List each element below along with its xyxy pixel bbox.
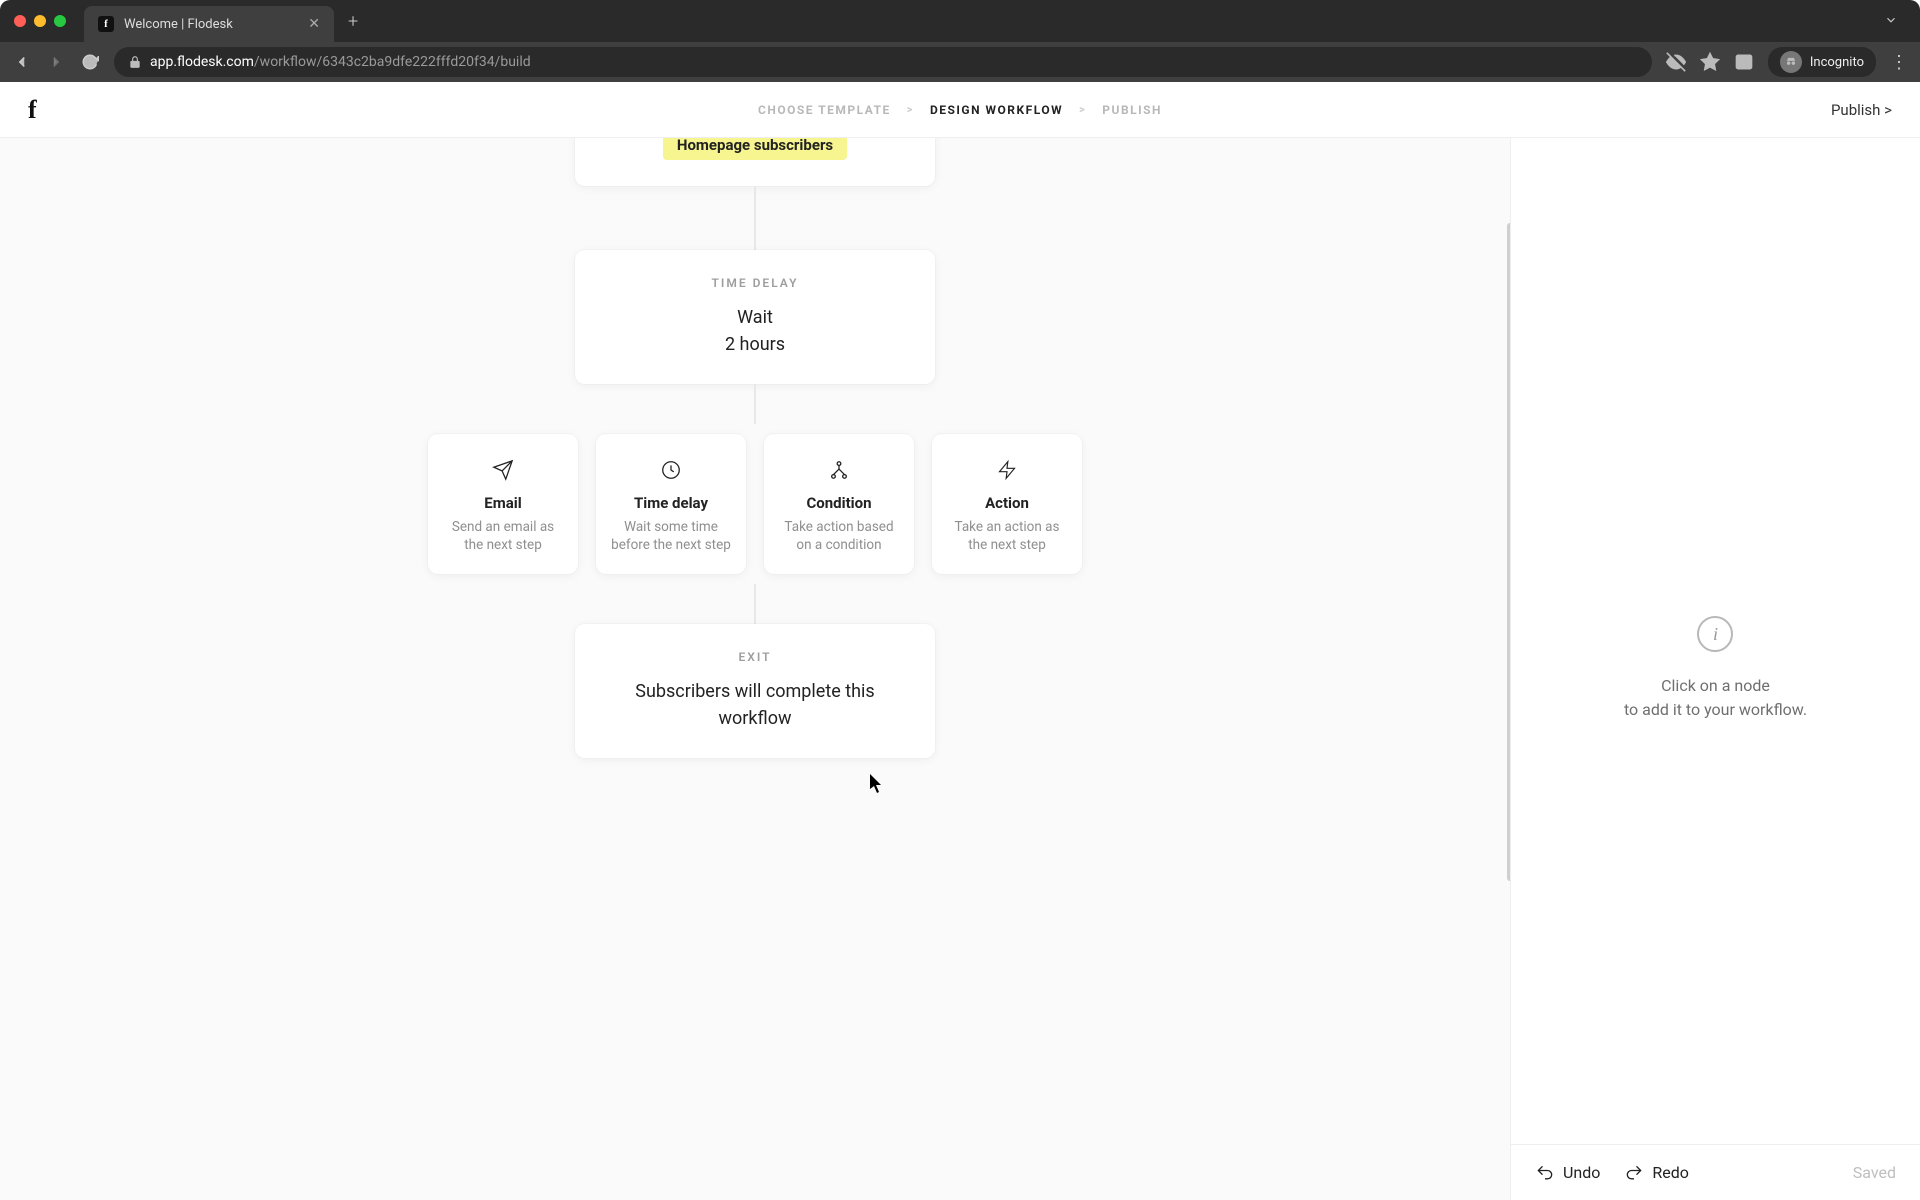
picker-email[interactable]: Email Send an email as the next step bbox=[428, 434, 578, 574]
picker-condition-title: Condition bbox=[778, 494, 900, 512]
connector-line bbox=[754, 384, 756, 424]
node-label: TIME DELAY bbox=[609, 276, 901, 290]
browser-toolbar: app.flodesk.com/workflow/6343c2ba9dfe222… bbox=[0, 42, 1920, 82]
app-body: Homepage subscribers TIME DELAY Wait 2 h… bbox=[0, 138, 1920, 1200]
connector-line bbox=[754, 186, 756, 250]
sidebar-footer: Undo Redo Saved bbox=[1511, 1144, 1920, 1200]
exit-node[interactable]: EXIT Subscribers will complete this work… bbox=[575, 624, 935, 758]
redo-button[interactable]: Redo bbox=[1624, 1163, 1689, 1183]
tabs-overflow-icon[interactable] bbox=[1884, 12, 1898, 31]
app-root: f CHOOSE TEMPLATE > DESIGN WORKFLOW > PU… bbox=[0, 82, 1920, 1200]
tab-title: Welcome | Flodesk bbox=[124, 17, 298, 32]
clock-icon bbox=[610, 456, 732, 484]
publish-button[interactable]: Publish > bbox=[1831, 101, 1892, 119]
picker-timedelay-title: Time delay bbox=[610, 494, 732, 512]
incognito-icon bbox=[1780, 51, 1802, 73]
picker-timedelay-desc: Wait some time before the next step bbox=[610, 518, 732, 554]
saved-status: Saved bbox=[1853, 1163, 1896, 1182]
picker-time-delay[interactable]: Time delay Wait some time before the nex… bbox=[596, 434, 746, 574]
chevron-right-icon: > bbox=[907, 103, 914, 116]
window-traffic-lights bbox=[14, 15, 66, 27]
step-choose-template[interactable]: CHOOSE TEMPLATE bbox=[758, 103, 891, 117]
browser-menu-icon[interactable]: ⋮ bbox=[1890, 52, 1908, 73]
step-design-workflow[interactable]: DESIGN WORKFLOW bbox=[930, 103, 1063, 117]
eye-off-icon[interactable] bbox=[1666, 52, 1686, 72]
tab-favicon: f bbox=[98, 16, 114, 32]
browser-tab-bar: f Welcome | Flodesk ✕ + bbox=[0, 0, 1920, 42]
side-panel-icon[interactable] bbox=[1734, 52, 1754, 72]
undo-button[interactable]: Undo bbox=[1535, 1163, 1600, 1183]
picker-action-desc: Take an action as the next step bbox=[946, 518, 1068, 554]
browser-tab[interactable]: f Welcome | Flodesk ✕ bbox=[84, 6, 334, 42]
time-delay-line1: Wait bbox=[609, 304, 901, 331]
time-delay-node[interactable]: TIME DELAY Wait 2 hours bbox=[575, 250, 935, 384]
nav-back-button[interactable] bbox=[12, 52, 32, 72]
time-delay-line2: 2 hours bbox=[609, 331, 901, 358]
picker-email-title: Email bbox=[442, 494, 564, 512]
lock-icon bbox=[128, 55, 142, 69]
exit-text: Subscribers will complete this workflow bbox=[609, 678, 901, 732]
paper-plane-icon bbox=[442, 456, 564, 484]
segment-pill: Homepage subscribers bbox=[663, 138, 847, 160]
segment-node[interactable]: Homepage subscribers bbox=[575, 138, 935, 186]
info-icon: i bbox=[1697, 616, 1733, 652]
address-bar[interactable]: app.flodesk.com/workflow/6343c2ba9dfe222… bbox=[114, 47, 1652, 77]
window-close-icon[interactable] bbox=[14, 15, 26, 27]
flodesk-logo[interactable]: f bbox=[28, 95, 37, 125]
chevron-right-icon: > bbox=[1079, 103, 1086, 116]
picker-email-desc: Send an email as the next step bbox=[442, 518, 564, 554]
picker-condition-desc: Take action based on a condition bbox=[778, 518, 900, 554]
lightning-icon bbox=[946, 456, 1068, 484]
undo-label: Undo bbox=[1563, 1163, 1600, 1182]
window-minimize-icon[interactable] bbox=[34, 15, 46, 27]
new-tab-button[interactable]: + bbox=[348, 11, 358, 32]
incognito-indicator[interactable]: Incognito bbox=[1768, 47, 1876, 77]
nav-forward-button[interactable] bbox=[46, 52, 66, 72]
nav-reload-button[interactable] bbox=[80, 52, 100, 72]
window-zoom-icon[interactable] bbox=[54, 15, 66, 27]
app-header: f CHOOSE TEMPLATE > DESIGN WORKFLOW > PU… bbox=[0, 82, 1920, 138]
picker-condition[interactable]: Condition Take action based on a conditi… bbox=[764, 434, 914, 574]
inspector-sidebar: i Click on a node to add it to your work… bbox=[1510, 138, 1920, 1200]
picker-action[interactable]: Action Take an action as the next step bbox=[932, 434, 1082, 574]
workflow-canvas[interactable]: Homepage subscribers TIME DELAY Wait 2 h… bbox=[0, 138, 1510, 1200]
connector-line bbox=[754, 584, 756, 624]
node-label: EXIT bbox=[609, 650, 901, 664]
incognito-label: Incognito bbox=[1810, 55, 1864, 70]
branch-icon bbox=[778, 456, 900, 484]
step-publish[interactable]: PUBLISH bbox=[1102, 103, 1162, 117]
url-text: app.flodesk.com/workflow/6343c2ba9dfe222… bbox=[150, 54, 531, 70]
workflow-steps: CHOOSE TEMPLATE > DESIGN WORKFLOW > PUBL… bbox=[758, 103, 1162, 117]
redo-label: Redo bbox=[1652, 1163, 1689, 1182]
picker-action-title: Action bbox=[946, 494, 1068, 512]
bookmark-star-icon[interactable] bbox=[1700, 52, 1720, 72]
sidebar-hint-line1: Click on a node bbox=[1661, 676, 1770, 695]
tab-close-icon[interactable]: ✕ bbox=[308, 16, 320, 32]
sidebar-hint: i Click on a node to add it to your work… bbox=[1624, 616, 1807, 722]
sidebar-hint-line2: to add it to your workflow. bbox=[1624, 700, 1807, 719]
step-picker: Email Send an email as the next step Tim… bbox=[428, 434, 1082, 574]
